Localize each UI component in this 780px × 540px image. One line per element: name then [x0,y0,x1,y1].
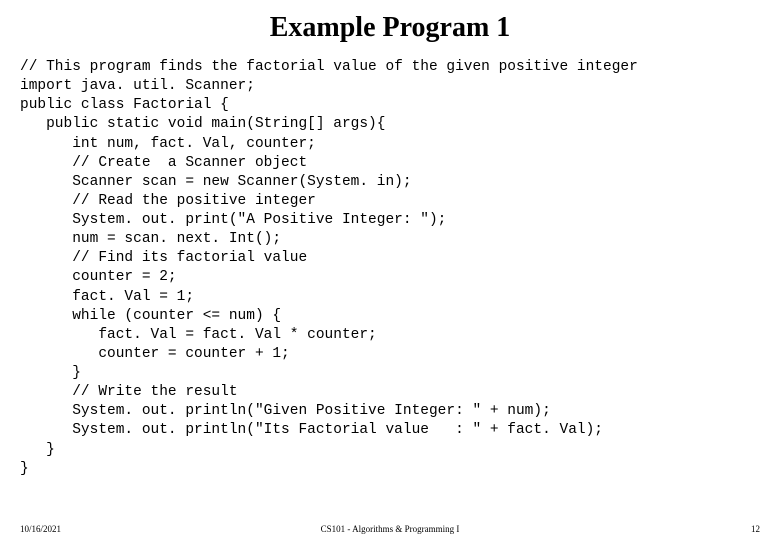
footer-date: 10/16/2021 [20,524,61,534]
footer: 10/16/2021 CS101 - Algorithms & Programm… [20,524,760,534]
footer-course: CS101 - Algorithms & Programming I [321,524,460,534]
footer-page: 12 [751,524,760,534]
code-block: // This program finds the factorial valu… [20,58,760,479]
slide-title: Example Program 1 [20,12,760,44]
